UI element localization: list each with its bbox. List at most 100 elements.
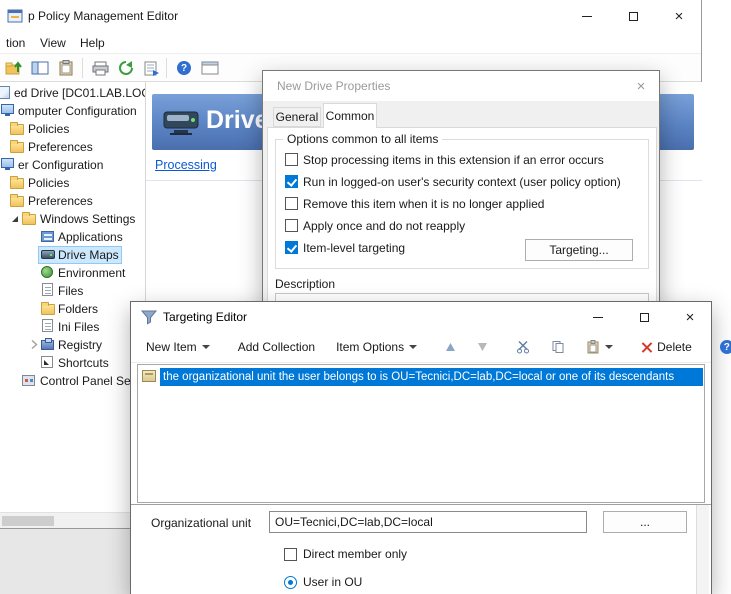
direct-member-only-checkbox[interactable] <box>284 548 297 561</box>
up-one-level-button[interactable] <box>2 56 26 80</box>
move-up-button[interactable] <box>438 338 463 356</box>
refresh-button[interactable] <box>114 56 138 80</box>
dialog-close-button[interactable]: × <box>621 71 661 101</box>
tree-item-policies-user[interactable]: Policies <box>0 174 145 192</box>
funnel-icon <box>141 310 157 325</box>
close-icon: × <box>637 79 646 94</box>
folder-icon <box>41 304 55 315</box>
copy-button[interactable] <box>544 336 572 358</box>
browse-button[interactable]: ... <box>603 511 687 533</box>
targeting-toolbar: New Item Add Collection Item Options <box>131 332 711 363</box>
apply-once-checkbox[interactable] <box>285 219 298 232</box>
direct-member-only-label[interactable]: Direct member only <box>303 547 407 561</box>
checkbox-label[interactable]: Item-level targeting <box>303 241 405 255</box>
organizational-unit-input[interactable] <box>269 511 587 533</box>
background-area <box>0 529 145 594</box>
tree-item-windows-settings[interactable]: Windows Settings <box>0 210 145 228</box>
minimize-button[interactable] <box>575 302 621 332</box>
menu-help[interactable]: Help <box>74 32 111 54</box>
tree-item-applications[interactable]: Applications <box>0 228 145 246</box>
tree-item-user-configuration[interactable]: er Configuration <box>0 156 145 174</box>
tab-general[interactable]: General <box>273 107 321 127</box>
tree-item-policies-computer[interactable]: Policies <box>0 120 145 138</box>
add-collection-button[interactable]: Add Collection <box>231 336 322 358</box>
checkbox-label[interactable]: Apply once and do not reapply <box>303 219 465 233</box>
close-button[interactable]: × <box>656 0 702 32</box>
scrollbar-thumb[interactable] <box>2 516 54 526</box>
tree-item-root-gpo[interactable]: ed Drive [DC01.LAB.LOCA <box>0 84 145 102</box>
checkbox-label[interactable]: Stop processing items in this extension … <box>303 153 604 167</box>
tree-item-preferences-computer[interactable]: Preferences <box>0 138 145 156</box>
tree-item-registry[interactable]: Registry <box>0 336 145 354</box>
panel-vertical-scrollbar[interactable] <box>696 505 709 594</box>
tree-item-folders[interactable]: Folders <box>0 300 145 318</box>
checkbox-label[interactable]: Remove this item when it is no longer ap… <box>303 197 544 211</box>
tree-item-control-panel-settings[interactable]: Control Panel Sett <box>0 372 145 390</box>
tree-item-computer-configuration[interactable]: omputer Configuration <box>0 102 145 120</box>
tree-horizontal-scrollbar[interactable] <box>0 512 145 528</box>
checkbox-label[interactable]: Run in logged-on user's security context… <box>303 175 621 189</box>
tree-item-label: Control Panel Sett <box>40 372 137 390</box>
copy-icon <box>551 340 565 354</box>
user-in-ou-radio[interactable] <box>284 576 297 589</box>
app-icon <box>7 8 23 24</box>
close-button[interactable]: × <box>667 302 713 332</box>
tree-item-preferences-user[interactable]: Preferences <box>0 192 145 210</box>
expanded-arrow-icon[interactable] <box>10 214 20 224</box>
collapsed-chevron-icon[interactable] <box>29 339 39 350</box>
help-button[interactable]: ? <box>172 56 196 80</box>
tree-item-ini-files[interactable]: Ini Files <box>0 318 145 336</box>
clipboard-icon <box>59 60 73 76</box>
tree-item-files[interactable]: Files <box>0 282 145 300</box>
banner-title: Drive <box>206 106 269 135</box>
minimize-button[interactable] <box>564 0 610 32</box>
paste-button[interactable] <box>579 336 620 358</box>
drive-maps-banner-icon <box>162 104 202 140</box>
console-tree-button[interactable] <box>28 56 52 80</box>
cut-button[interactable] <box>509 336 537 358</box>
tree-item-drive-maps[interactable]: Drive Maps <box>0 246 145 264</box>
processing-link[interactable]: Processing <box>155 158 217 172</box>
export-list-icon <box>144 61 160 76</box>
menu-view[interactable]: View <box>34 32 72 54</box>
screen: p Policy Management Editor × tion View H… <box>0 0 731 594</box>
environment-icon <box>41 266 53 278</box>
targeting-items-list[interactable]: the organizational unit the user belongs… <box>137 364 705 503</box>
new-drive-properties-dialog: New Drive Properties × General Common Op… <box>262 70 660 310</box>
user-in-ou-label[interactable]: User in OU <box>303 575 362 589</box>
new-window-button[interactable] <box>198 56 222 80</box>
targeting-button[interactable]: Targeting... <box>525 239 633 261</box>
delete-button[interactable]: Delete <box>634 336 699 358</box>
item-level-targeting-checkbox[interactable] <box>285 241 298 254</box>
button-label: New Item <box>146 340 197 354</box>
dialog-titlebar[interactable]: Targeting Editor × <box>131 302 711 332</box>
maximize-icon <box>629 12 638 21</box>
properties-button[interactable] <box>54 56 78 80</box>
up-arrow-icon <box>445 342 456 352</box>
print-button[interactable] <box>88 56 112 80</box>
tree-item-environment[interactable]: Environment <box>0 264 145 282</box>
tab-common[interactable]: Common <box>323 103 377 128</box>
export-list-button[interactable] <box>140 56 164 80</box>
targeting-item-row-selected[interactable]: the organizational unit the user belongs… <box>138 368 704 386</box>
ou-item-icon <box>142 370 156 382</box>
menu-action[interactable]: tion <box>0 32 31 54</box>
tree-item-shortcuts[interactable]: Shortcuts <box>0 354 145 372</box>
dialog-titlebar[interactable]: New Drive Properties × <box>263 71 659 101</box>
tree-item-label: Shortcuts <box>58 354 109 372</box>
tree-item-label: Preferences <box>28 138 93 156</box>
maximize-button[interactable] <box>610 0 656 32</box>
help-button[interactable]: ? Help <box>713 336 731 358</box>
run-in-user-context-checkbox[interactable] <box>285 175 298 188</box>
dropdown-caret-icon <box>605 345 613 349</box>
scissors-icon <box>516 340 530 354</box>
printer-icon <box>92 61 109 76</box>
move-down-button[interactable] <box>470 338 495 356</box>
remove-when-not-applied-checkbox[interactable] <box>285 197 298 210</box>
stop-processing-checkbox[interactable] <box>285 153 298 166</box>
new-item-button[interactable]: New Item <box>139 336 217 358</box>
paste-icon <box>586 340 600 354</box>
maximize-button[interactable] <box>621 302 667 332</box>
item-options-button[interactable]: Item Options <box>329 336 424 358</box>
titlebar[interactable]: p Policy Management Editor × <box>0 0 701 32</box>
